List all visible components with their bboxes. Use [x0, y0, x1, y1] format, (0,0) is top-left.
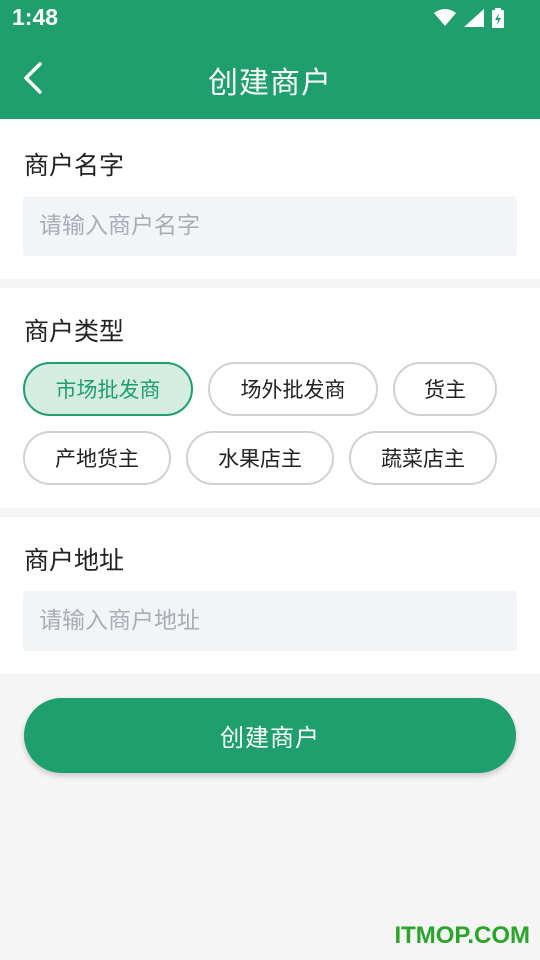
page-title: 创建商户 — [208, 66, 332, 101]
type-option-vegetable-shop-owner[interactable]: 蔬菜店主 — [349, 431, 497, 485]
merchant-type-label: 商户类型 — [24, 317, 125, 346]
create-merchant-button[interactable]: 创建商户 — [24, 698, 516, 773]
type-option-market-wholesaler[interactable]: 市场批发商 — [23, 362, 193, 416]
create-merchant-button-label: 创建商户 — [220, 724, 320, 752]
type-option-label: 蔬菜店主 — [381, 447, 465, 471]
merchant-type-section: 商户类型 市场批发商 场外批发商 货主 产地货主 水果店主 蔬菜店主 — [0, 288, 540, 508]
type-option-label: 水果店主 — [218, 447, 302, 471]
type-option-offsite-wholesaler[interactable]: 场外批发商 — [208, 362, 378, 416]
wifi-icon — [434, 9, 456, 27]
battery-charging-icon — [492, 8, 504, 28]
status-icons — [434, 8, 504, 28]
type-option-label: 货主 — [424, 378, 466, 402]
merchant-name-input-box[interactable] — [23, 196, 517, 256]
merchant-address-input-box[interactable] — [23, 591, 517, 651]
type-option-origin-cargo-owner[interactable]: 产地货主 — [23, 431, 171, 485]
merchant-name-section: 商户名字 — [0, 119, 540, 279]
watermark-logo: ITMOP.COM — [394, 922, 530, 949]
signal-icon — [464, 9, 484, 27]
status-bar: 1:48 — [0, 0, 540, 38]
status-time: 1:48 — [12, 4, 59, 30]
merchant-address-input[interactable] — [23, 591, 517, 651]
type-option-cargo-owner[interactable]: 货主 — [393, 362, 497, 416]
type-option-label: 场外批发商 — [240, 378, 346, 402]
type-option-label: 市场批发商 — [55, 378, 161, 402]
merchant-name-input[interactable] — [23, 196, 517, 256]
merchant-name-label: 商户名字 — [24, 151, 125, 180]
type-option-label: 产地货主 — [55, 447, 139, 471]
merchant-address-label: 商户地址 — [24, 546, 125, 575]
app-bar: 创建商户 — [0, 38, 540, 119]
merchant-address-section: 商户地址 — [0, 517, 540, 674]
type-option-fruit-shop-owner[interactable]: 水果店主 — [186, 431, 334, 485]
